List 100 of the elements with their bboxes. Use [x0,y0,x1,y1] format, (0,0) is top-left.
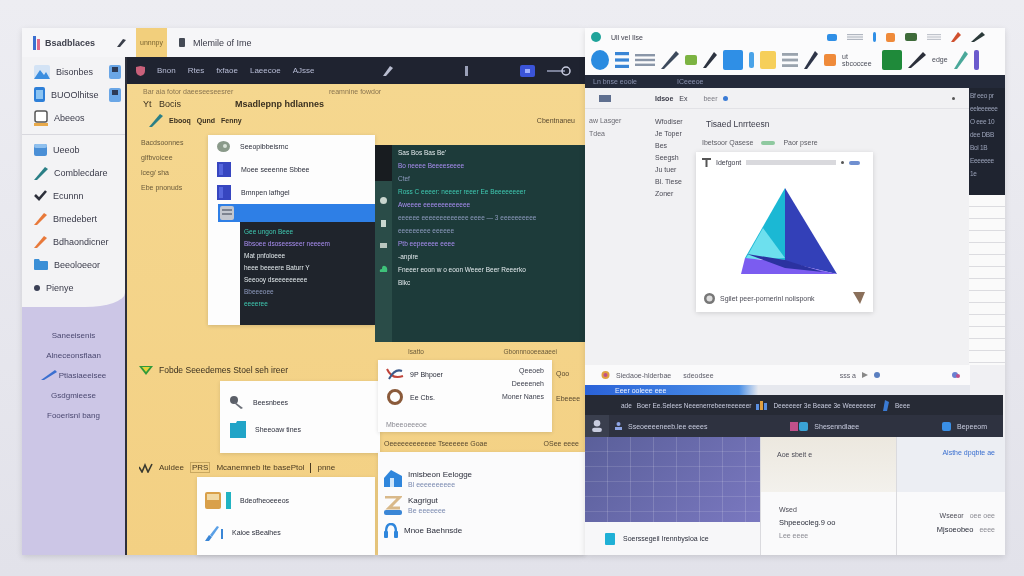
pen-icon[interactable] [908,52,926,68]
bar-icon[interactable] [465,65,468,76]
dot-icon [952,96,955,100]
address-field[interactable] [746,160,837,165]
zigzag-icon [139,462,153,473]
app-name[interactable]: Imisbeon Eelogge [408,469,473,479]
tiles-icon[interactable] [790,421,809,431]
square-icon [217,162,231,177]
section-title: Fobde Seeedemes Stoel seh ireer [159,365,288,375]
square-icon[interactable] [942,421,952,431]
stack-icon [220,206,234,220]
circle-icon[interactable] [874,372,880,378]
ring-icon [386,389,404,405]
sidebar-link[interactable]: Saneeisenis [22,325,125,345]
sidebar-link[interactable]: Alneceonsflaan [22,345,125,365]
pill-icon [761,140,776,145]
title-text: Mcanemneb lte basePtol [216,463,305,472]
disc-icon [217,141,230,152]
dot-icon [34,284,40,291]
document-icon [605,532,615,545]
lines-icon[interactable] [782,53,798,67]
tile-icon[interactable] [827,33,837,41]
toggle-icon[interactable] [547,65,571,76]
user-icon[interactable] [585,415,609,437]
pencil-icon [34,212,47,225]
circles-icon[interactable] [952,371,960,379]
box-icon [205,491,231,509]
nav-link[interactable]: Bnon [157,66,176,75]
pencil-icon [34,235,47,248]
window-icon[interactable] [599,94,611,102]
sidebar-link[interactable]: Fooerisnl bang [22,405,125,425]
sidebar-item[interactable]: Ueeob [22,138,125,161]
arrow-icon[interactable] [862,372,868,378]
tile-icon[interactable] [685,55,697,65]
tile-icon[interactable] [905,33,917,41]
check-icon [34,190,47,201]
section-title: Bocis [159,99,182,109]
picture-icon [34,64,50,79]
sidebar-item[interactable]: Bisonbes [22,60,125,83]
page-heading: Tisaed Lnrrteesn [705,119,771,129]
list-icon[interactable] [615,52,629,68]
sidebar-item[interactable]: Beeoloeeor [22,253,125,276]
bar-chart-icon [756,400,769,410]
title-text: pnne [317,463,336,472]
triangle-icon [139,365,153,375]
magnifier-icon [230,396,244,409]
circle-icon[interactable] [591,32,601,42]
dot-icon [841,161,845,164]
sidebar-item[interactable]: Bmedebert [22,207,125,230]
logo-icon [33,35,41,50]
sidebar-item[interactable]: Pienye [22,276,125,299]
sidebar-link[interactable]: Ptiasiaeeisee [22,365,125,385]
nav-link[interactable]: fxfaoe [216,66,238,75]
sidebar-item[interactable]: Comblecdare [22,161,125,184]
tab[interactable]: Mlemile of Ime [187,28,257,57]
folder-icon [230,421,246,438]
pen-icon[interactable] [703,52,717,68]
nav-link[interactable]: Rtes [187,66,205,75]
sidebar-item[interactable]: Ecunnn [22,184,125,207]
house-icon [384,470,402,487]
square-icon[interactable] [520,64,535,77]
pen-icon[interactable] [117,38,126,47]
pen-icon [34,165,48,180]
app-name[interactable]: Kagrigut [408,496,446,505]
text-tool-icon[interactable] [702,158,711,167]
folder-icon [34,259,48,270]
sidebar-link[interactable]: Gsdgmieese [22,385,125,405]
label-text: Yt [143,99,153,109]
cloud-icon[interactable] [379,264,388,272]
pen-icon[interactable] [971,32,985,42]
lines-icon[interactable] [635,54,655,66]
title-text: PRS [189,462,211,473]
nav-link[interactable]: AJsse [292,66,315,75]
app-name[interactable]: Mnoe Baehnsde [404,525,463,535]
pen-icon [40,370,57,380]
ring-icon [704,292,715,304]
app-name: Bsadblaces [45,37,96,48]
sidebar-item[interactable]: Bdhaondicner [22,230,125,253]
window-icon [34,143,47,156]
pen-icon[interactable] [383,65,393,76]
pill-icon[interactable] [849,160,861,165]
bar-icon[interactable] [973,50,979,70]
document-icon [178,38,185,47]
nav-link[interactable]: Laeecoe [249,66,281,75]
brush-icon [205,524,223,541]
tile-icon[interactable] [380,243,387,248]
tablet-icon [34,87,45,102]
triangle-icon[interactable] [853,292,865,304]
pen-icon[interactable] [661,51,679,69]
sidebar-item[interactable]: BUOOlhitse [22,83,125,106]
person-icon[interactable] [615,422,622,430]
circle-icon[interactable] [380,197,387,204]
square-icon [217,185,231,200]
title-text: Auldee [159,463,184,472]
shield-icon[interactable] [136,65,145,76]
sidebar-item[interactable]: Abeeos [22,106,125,129]
frame-icon [34,109,48,126]
pen-icon[interactable] [804,51,818,69]
dot-icon [723,95,729,101]
circle-icon[interactable] [591,50,609,70]
